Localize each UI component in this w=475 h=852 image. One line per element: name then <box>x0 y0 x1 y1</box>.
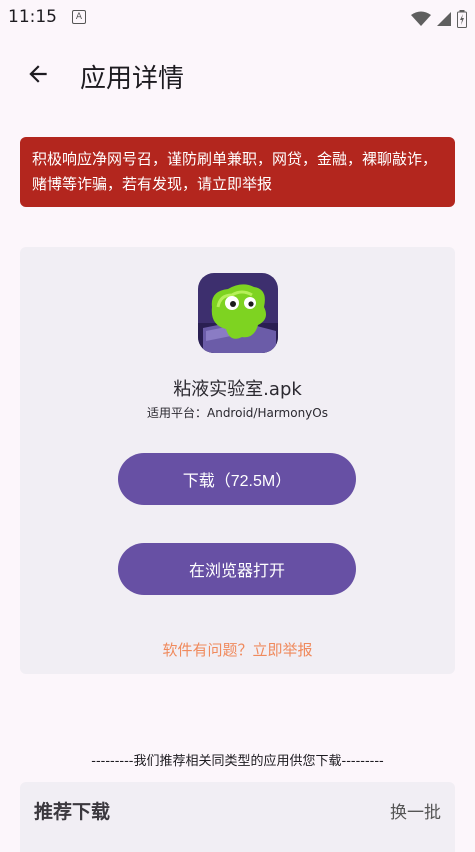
recommend-title: 推荐下载 <box>34 801 111 823</box>
refresh-batch-button[interactable]: 换一批 <box>390 798 441 823</box>
recommend-divider: ---------我们推荐相关同类型的应用供您下载--------- <box>91 754 384 769</box>
open-in-browser-button[interactable]: 在浏览器打开 <box>118 543 356 595</box>
fraud-warning-banner: 积极响应净网号召，谨防刷单兼职，网贷，金融，裸聊敲诈，赌博等诈骗，若有发现，请立… <box>20 137 455 207</box>
status-time: 11:15 <box>8 7 57 27</box>
report-link[interactable]: 软件有问题？立即举报 <box>20 639 455 660</box>
app-name: 粘液实验室.apk <box>173 379 302 400</box>
status-icons <box>410 8 467 28</box>
app-icon <box>198 273 278 353</box>
app-bar: 应用详情 <box>0 40 475 108</box>
recommend-card: 推荐下载 换一批 <box>20 782 455 852</box>
download-button[interactable]: 下载（72.5M） <box>118 453 356 505</box>
battery-icon <box>457 9 467 28</box>
arrow-back-icon <box>29 65 47 83</box>
app-info-card: 粘液实验室.apk 适用平台：Android/HarmonyOs 下载（72.5… <box>20 247 455 674</box>
app-platform: 适用平台：Android/HarmonyOs <box>147 406 328 420</box>
notification-a-icon: A <box>72 10 86 24</box>
status-bar: 11:15 A <box>0 0 475 34</box>
back-button[interactable] <box>18 54 58 94</box>
wifi-icon <box>410 11 431 26</box>
signal-icon <box>436 11 451 26</box>
page-title: 应用详情 <box>80 64 185 94</box>
